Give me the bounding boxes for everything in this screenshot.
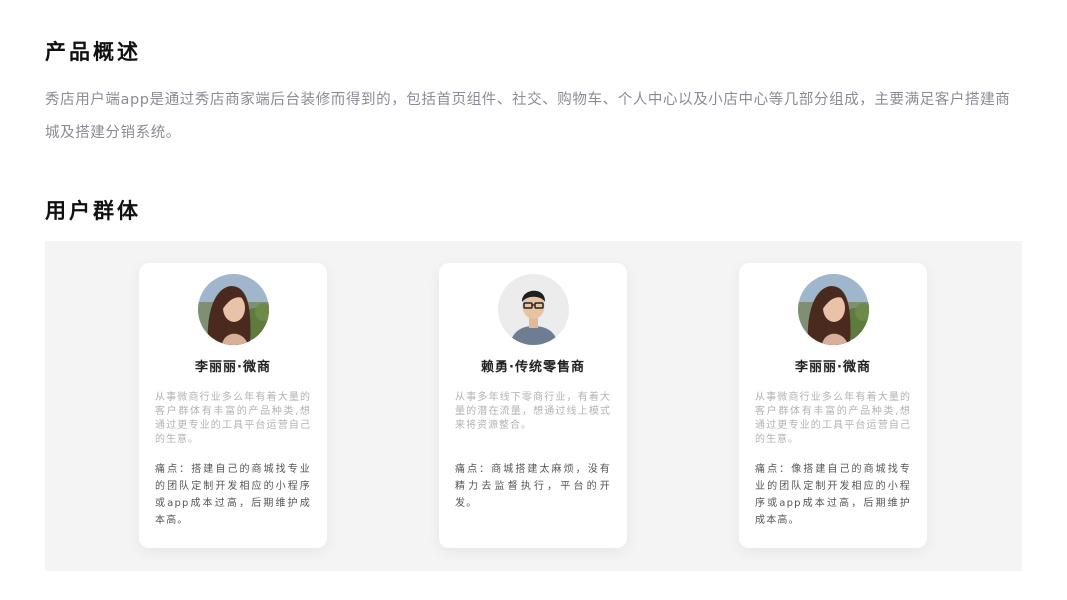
section-title-overview: 产品概述: [45, 40, 141, 64]
persona-card: 李丽丽·微商 从事微商行业多么年有着大量的客户群体有丰富的产品种类,想通过更专业…: [739, 263, 927, 548]
avatar-male-icon: [498, 274, 569, 345]
persona-name: 李丽丽·微商: [795, 360, 871, 375]
persona-description: 从事微商行业多么年有着大量的客户群体有丰富的产品种类,想通过更专业的工具平台运营…: [155, 392, 311, 445]
persona-description: 从事微商行业多么年有着大量的客户群体有丰富的产品种类,想通过更专业的工具平台运营…: [755, 392, 911, 445]
persona-pain-point: 痛点：商城搭建太麻烦，没有精力去监督执行，平台的开发。: [455, 464, 611, 509]
persona-name: 赖勇·传统零售商: [481, 360, 585, 375]
persona-description: 从事多年线下零商行业，有着大量的潜在流量，想通过线上模式来将资源整合。: [455, 392, 611, 431]
avatar-female-icon: [798, 274, 869, 345]
persona-card: 李丽丽·微商 从事微商行业多么年有着大量的客户群体有丰富的产品种类,想通过更专业…: [139, 263, 327, 548]
persona-name: 李丽丽·微商: [195, 360, 271, 375]
persona-pain-point: 痛点：像搭建自己的商城找专业的团队定制开发相应的小程序或app成本过高，后期维护…: [755, 464, 911, 526]
product-overview-text: 秀店用户端app是通过秀店商家端后台装修而得到的，包括首页组件、社交、购物车、个…: [45, 92, 1011, 141]
persona-card: 赖勇·传统零售商 从事多年线下零商行业，有着大量的潜在流量，想通过线上模式来将资…: [439, 263, 627, 548]
section-title-user-groups: 用户群体: [45, 199, 141, 223]
avatar-female-icon: [198, 274, 269, 345]
user-groups-panel: 李丽丽·微商 从事微商行业多么年有着大量的客户群体有丰富的产品种类,想通过更专业…: [45, 241, 1022, 571]
persona-pain-point: 痛点：搭建自己的商城找专业的团队定制开发相应的小程序或app成本过高，后期维护成…: [155, 464, 311, 526]
